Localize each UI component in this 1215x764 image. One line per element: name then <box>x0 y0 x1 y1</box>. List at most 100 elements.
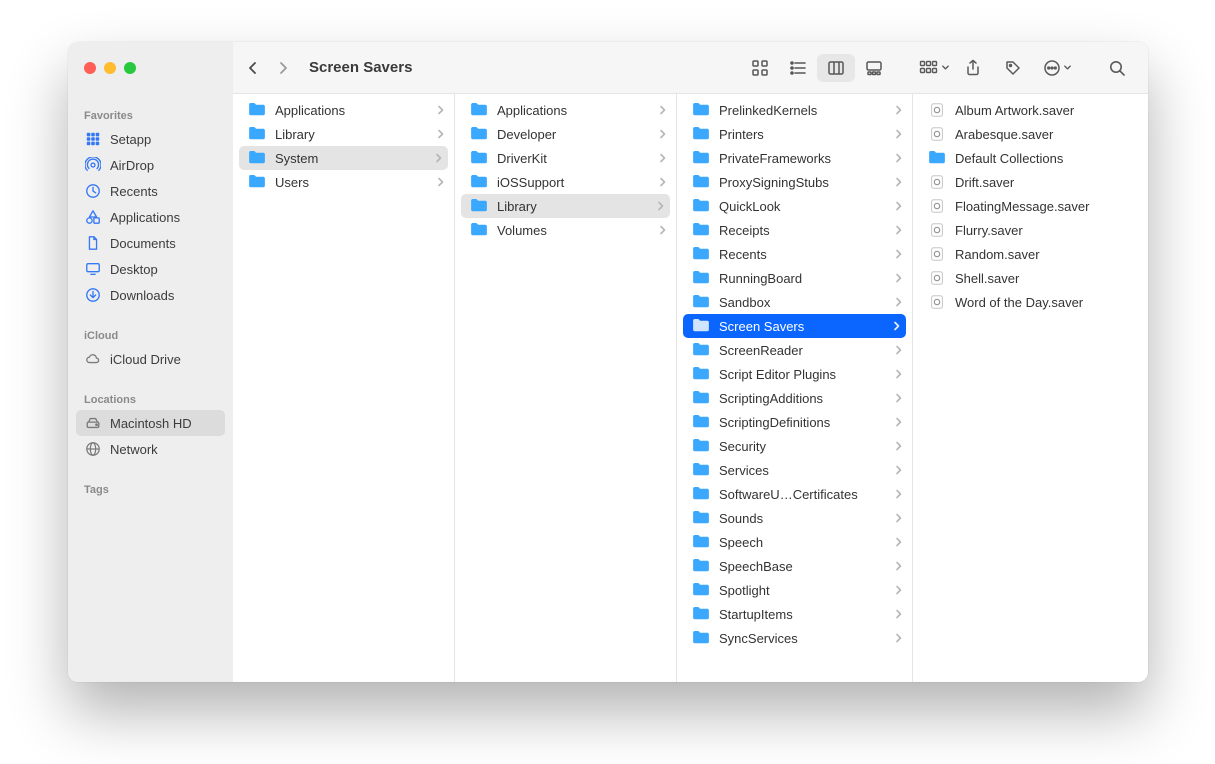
file-row[interactable]: Arabesque.saver <box>913 122 1148 146</box>
chevron-right-icon <box>895 273 902 283</box>
sidebar-item[interactable]: Network <box>76 436 225 462</box>
folder-row[interactable]: Library <box>461 194 670 218</box>
folder-row[interactable]: Receipts <box>677 218 912 242</box>
file-row[interactable]: Shell.saver <box>913 266 1148 290</box>
gallery-view-button[interactable] <box>855 54 893 82</box>
file-row[interactable]: FloatingMessage.saver <box>913 194 1148 218</box>
folder-row[interactable]: ScriptingAdditions <box>677 386 912 410</box>
folder-icon <box>691 437 711 455</box>
row-label: PrivateFrameworks <box>719 151 887 166</box>
sidebar-item[interactable]: Recents <box>76 178 225 204</box>
folder-row[interactable]: Screen Savers <box>683 314 906 338</box>
folder-row[interactable]: Sounds <box>677 506 912 530</box>
folder-row[interactable]: Spotlight <box>677 578 912 602</box>
row-label: Drift.saver <box>955 175 1138 190</box>
zoom-button[interactable] <box>124 62 136 74</box>
minimize-button[interactable] <box>104 62 116 74</box>
folder-icon <box>247 173 267 191</box>
folder-row[interactable]: ScreenReader <box>677 338 912 362</box>
sidebar-item[interactable]: Downloads <box>76 282 225 308</box>
file-row[interactable]: Drift.saver <box>913 170 1148 194</box>
forward-button[interactable] <box>275 60 291 76</box>
file-row[interactable]: Random.saver <box>913 242 1148 266</box>
file-row[interactable]: Word of the Day.saver <box>913 290 1148 314</box>
folder-row[interactable]: SpeechBase <box>677 554 912 578</box>
chevron-right-icon <box>659 129 666 139</box>
group-button[interactable] <box>919 60 950 76</box>
folder-row[interactable]: System <box>239 146 448 170</box>
folder-row[interactable]: ProxySigningStubs <box>677 170 912 194</box>
column-view-button[interactable] <box>817 54 855 82</box>
sidebar-item-label: Downloads <box>110 288 174 303</box>
file-row[interactable]: Album Artwork.saver <box>913 98 1148 122</box>
folder-row[interactable]: Applications <box>455 98 676 122</box>
column: ApplicationsLibrarySystem Users <box>233 94 455 682</box>
chevron-right-icon <box>895 177 902 187</box>
sidebar-item[interactable]: iCloud Drive <box>76 346 225 372</box>
folder-row[interactable]: DriverKit <box>455 146 676 170</box>
sidebar-item[interactable]: AirDrop <box>76 152 225 178</box>
folder-row[interactable]: PrelinkedKernels <box>677 98 912 122</box>
sidebar-item[interactable]: Applications <box>76 204 225 230</box>
download-icon <box>84 286 102 304</box>
view-switcher <box>741 54 893 82</box>
chevron-right-icon <box>437 105 444 115</box>
sidebar-section-title: Locations <box>76 386 225 410</box>
action-menu-button[interactable] <box>1036 54 1078 82</box>
folder-row[interactable]: Speech <box>677 530 912 554</box>
folder-row[interactable]: Services <box>677 458 912 482</box>
chevron-right-icon <box>895 441 902 451</box>
row-label: Sandbox <box>719 295 887 310</box>
sidebar-item[interactable]: Setapp <box>76 126 225 152</box>
sidebar-item[interactable]: Desktop <box>76 256 225 282</box>
folder-icon <box>469 197 489 215</box>
chevron-right-icon <box>895 585 902 595</box>
folder-row[interactable]: Sandbox <box>677 290 912 314</box>
sidebar-item-label: Recents <box>110 184 158 199</box>
back-button[interactable] <box>245 60 261 76</box>
sidebar-item[interactable]: Documents <box>76 230 225 256</box>
file-icon <box>927 125 947 143</box>
list-view-button[interactable] <box>779 54 817 82</box>
cloud-icon <box>84 350 102 368</box>
row-label: Receipts <box>719 223 887 238</box>
folder-row[interactable]: QuickLook <box>677 194 912 218</box>
toolbar: Screen Savers <box>68 42 1148 94</box>
tags-button[interactable] <box>996 54 1030 82</box>
folder-row[interactable]: StartupItems <box>677 602 912 626</box>
icon-view-button[interactable] <box>741 54 779 82</box>
row-label: Random.saver <box>955 247 1138 262</box>
folder-row[interactable]: PrivateFrameworks <box>677 146 912 170</box>
folder-row[interactable]: Users <box>233 170 454 194</box>
sidebar-header <box>68 42 233 94</box>
folder-icon <box>691 365 711 383</box>
folder-row[interactable]: Applications <box>233 98 454 122</box>
chevron-right-icon <box>435 153 442 163</box>
sidebar-item[interactable]: Macintosh HD <box>76 410 225 436</box>
folder-row[interactable]: ScriptingDefinitions <box>677 410 912 434</box>
folder-row[interactable]: Script Editor Plugins <box>677 362 912 386</box>
folder-row[interactable]: SoftwareU…Certificates <box>677 482 912 506</box>
folder-row[interactable]: Printers <box>677 122 912 146</box>
folder-row[interactable]: Library <box>233 122 454 146</box>
search-button[interactable] <box>1100 54 1134 82</box>
row-label: Users <box>275 175 429 190</box>
share-button[interactable] <box>956 54 990 82</box>
folder-row[interactable]: Security <box>677 434 912 458</box>
folder-row[interactable]: RunningBoard <box>677 266 912 290</box>
folder-row[interactable]: SyncServices <box>677 626 912 650</box>
folder-row[interactable]: iOSSupport <box>455 170 676 194</box>
chevron-right-icon <box>895 249 902 259</box>
folder-icon <box>691 485 711 503</box>
folder-icon <box>469 125 489 143</box>
chevron-right-icon <box>659 153 666 163</box>
file-row[interactable]: Flurry.saver <box>913 218 1148 242</box>
close-button[interactable] <box>84 62 96 74</box>
row-label: RunningBoard <box>719 271 887 286</box>
folder-row[interactable]: Volumes <box>455 218 676 242</box>
folder-icon <box>691 581 711 599</box>
sidebar-section-title: Tags <box>76 476 225 500</box>
folder-row[interactable]: Developer <box>455 122 676 146</box>
folder-row[interactable]: Recents <box>677 242 912 266</box>
folder-row[interactable]: Default Collections <box>913 146 1148 170</box>
